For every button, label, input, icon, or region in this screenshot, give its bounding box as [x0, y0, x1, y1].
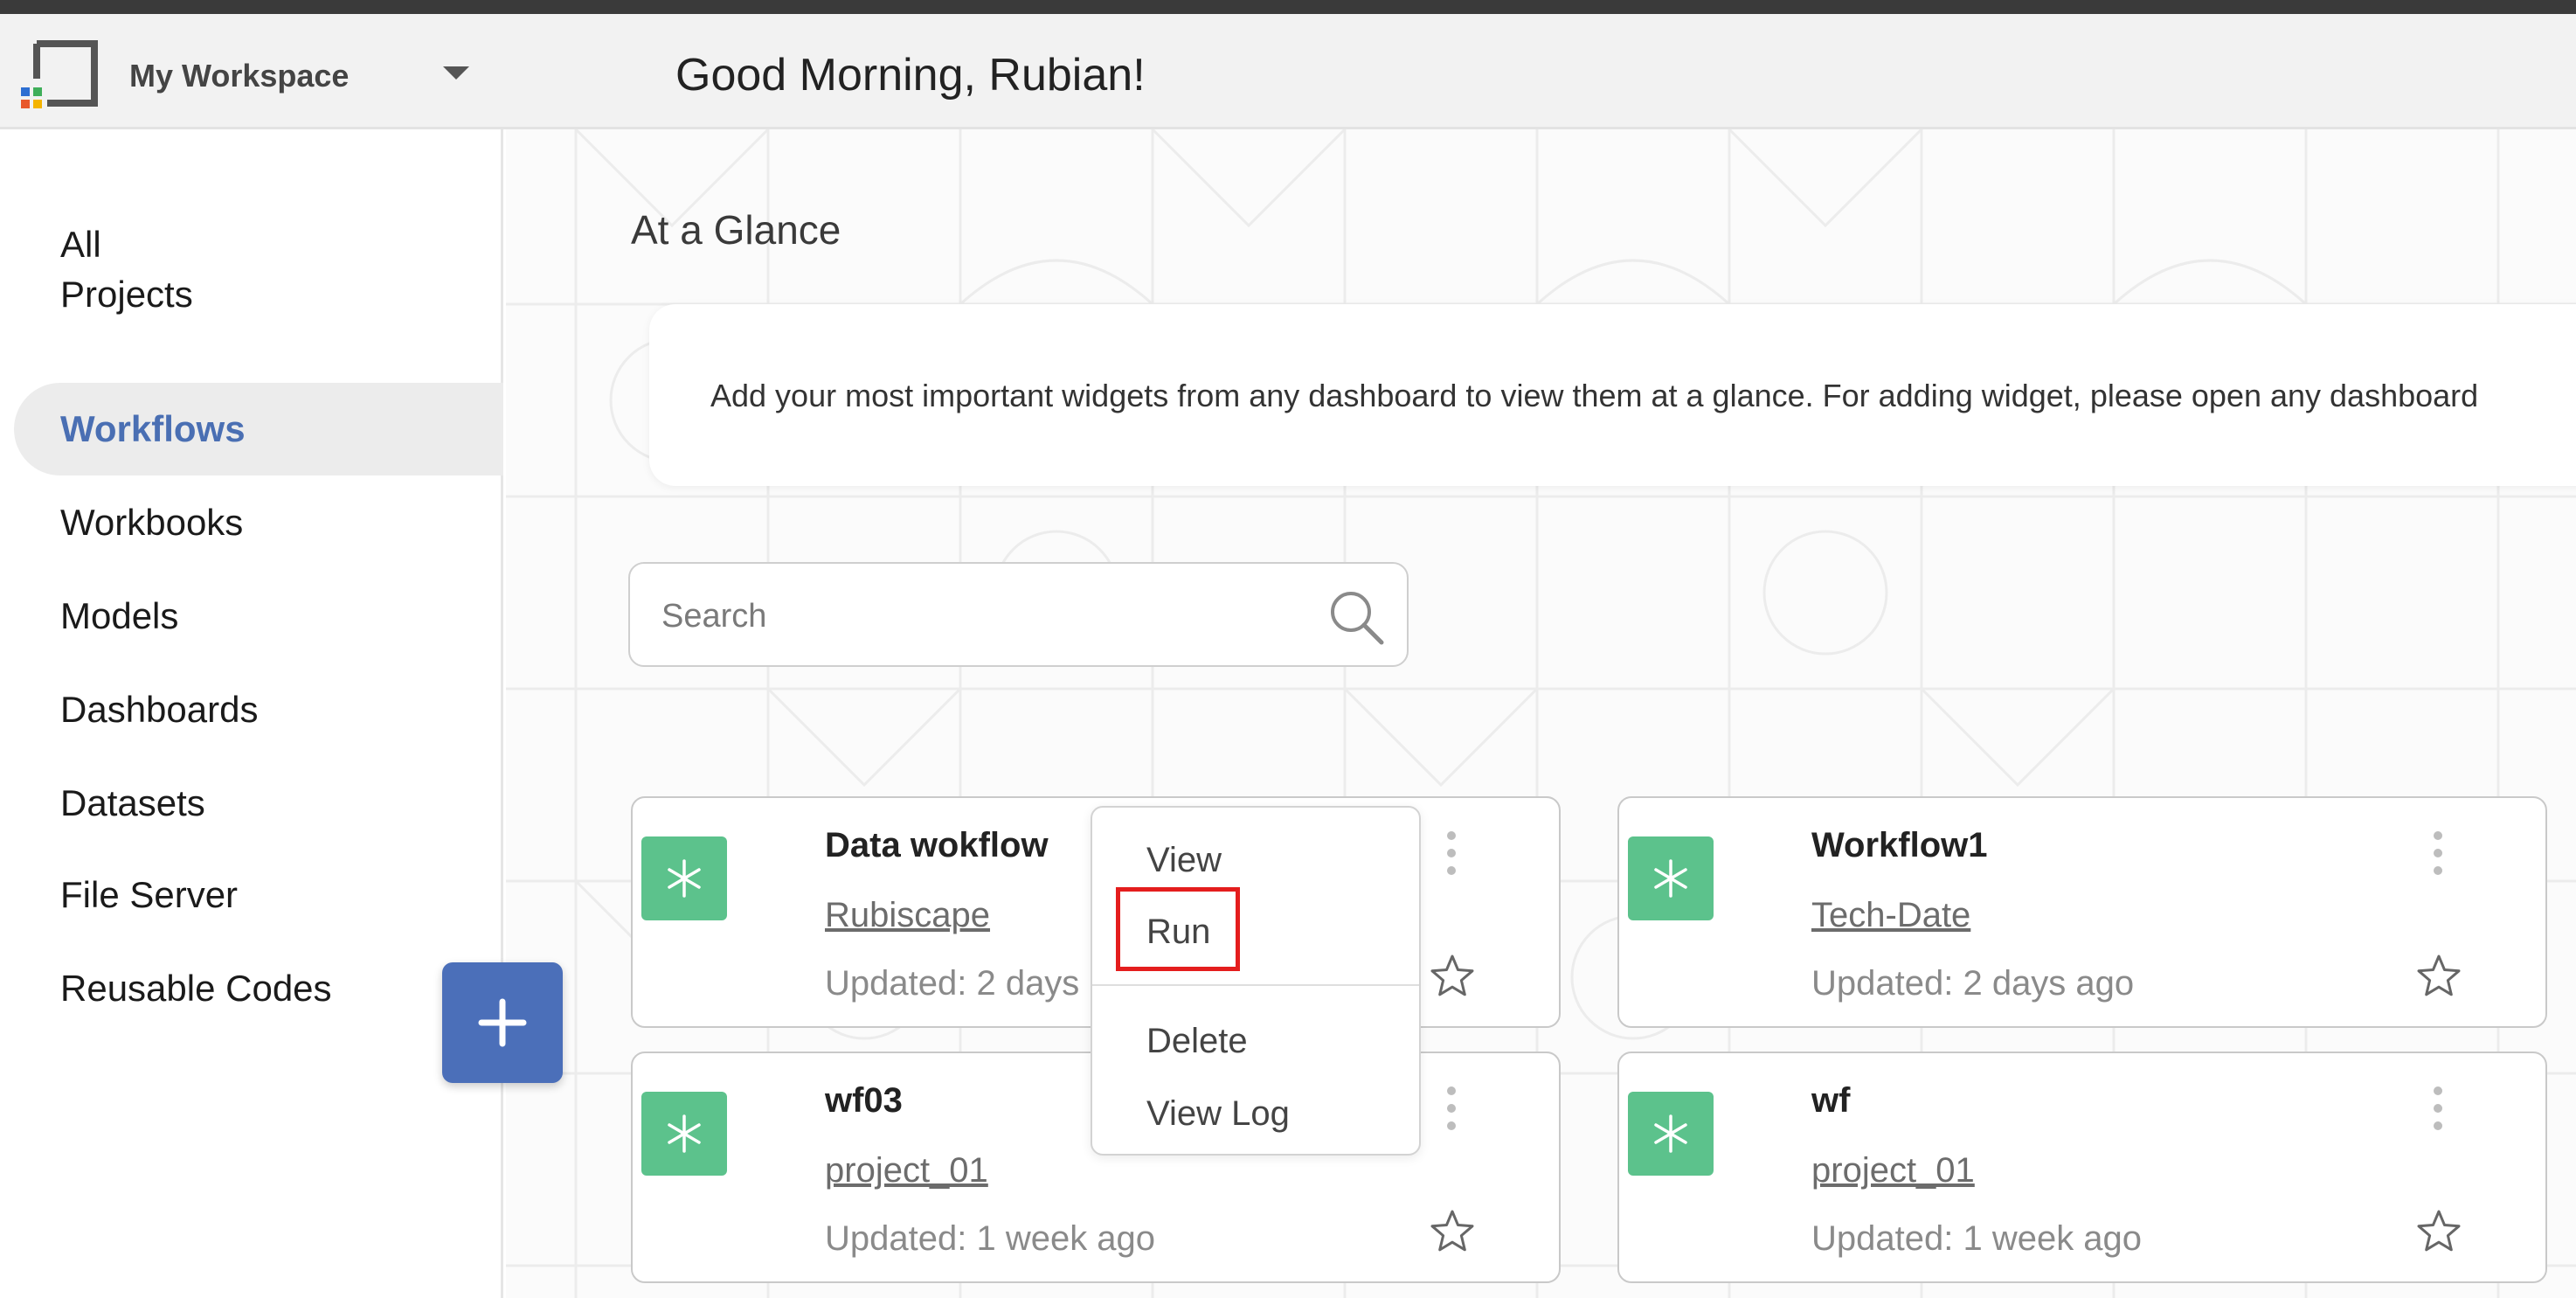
- workflow-project-link[interactable]: project_01: [1811, 1151, 1975, 1190]
- asterisk-icon: [1628, 836, 1714, 920]
- workflow-title[interactable]: Workflow1: [1811, 826, 1988, 865]
- plus-icon: [478, 998, 527, 1047]
- sidebar-item-dashboards[interactable]: Dashboards: [14, 663, 503, 756]
- workflow-project-link[interactable]: Rubiscape: [825, 896, 990, 935]
- app-header: My Workspace Good Morning, Rubian!: [0, 14, 2576, 129]
- menu-item-view[interactable]: View: [1146, 841, 1222, 880]
- kebab-menu-icon[interactable]: [1438, 1086, 1465, 1148]
- kebab-menu-icon[interactable]: [1438, 831, 1465, 892]
- sidebar-item-reusable-codes[interactable]: Reusable Codes: [14, 942, 503, 1035]
- sidebar-item-file-server[interactable]: File Server: [14, 849, 503, 941]
- asterisk-icon: [1628, 1092, 1714, 1176]
- window-top-strip: [0, 0, 2576, 14]
- workflow-title[interactable]: wf03: [825, 1081, 903, 1121]
- search-box: [628, 562, 1409, 667]
- star-icon[interactable]: [1428, 1207, 1477, 1256]
- asterisk-icon: [641, 836, 727, 920]
- star-icon[interactable]: [2414, 1207, 2463, 1256]
- menu-item-delete[interactable]: Delete: [1146, 1022, 1248, 1061]
- app-logo[interactable]: [17, 26, 105, 114]
- workflow-updated: Updated: 2 days ago: [1811, 964, 2135, 1003]
- sidebar-item-projects[interactable]: Projects: [14, 248, 503, 341]
- section-title: At a Glance: [631, 207, 841, 253]
- search-input[interactable]: [660, 587, 1292, 646]
- glance-message: Add your most important widgets from any…: [710, 378, 2479, 413]
- menu-item-view-log[interactable]: View Log: [1146, 1094, 1290, 1134]
- workflow-project-link[interactable]: project_01: [825, 1151, 988, 1190]
- workflow-updated: Updated: 1 week ago: [825, 1219, 1156, 1258]
- star-icon[interactable]: [2414, 952, 2463, 1001]
- at-a-glance-card: Add your most important widgets from any…: [649, 304, 2576, 486]
- sidebar-item-workflows[interactable]: Workflows: [14, 383, 503, 475]
- sidebar: All Projects Workflows Workbooks Models …: [0, 129, 503, 1298]
- workflow-card[interactable]: Workflow1 Tech-Date Updated: 2 days ago: [1617, 796, 2547, 1028]
- search-icon[interactable]: [1326, 587, 1387, 648]
- main-content: At a Glance Add your most important widg…: [506, 129, 2576, 1298]
- sidebar-item-workbooks[interactable]: Workbooks: [14, 476, 503, 569]
- workspace-dropdown-icon[interactable]: [443, 66, 469, 80]
- workflow-card[interactable]: wf project_01 Updated: 1 week ago: [1617, 1052, 2547, 1283]
- workflow-title[interactable]: Data wokflow: [825, 826, 1049, 865]
- kebab-menu-icon[interactable]: [2425, 1086, 2451, 1148]
- sidebar-item-models[interactable]: Models: [14, 570, 503, 663]
- workflow-project-link[interactable]: Tech-Date: [1811, 896, 1970, 935]
- workflow-context-menu: View Run Delete View Log: [1091, 806, 1421, 1156]
- star-icon[interactable]: [1428, 952, 1477, 1001]
- workflow-updated: Updated: 1 week ago: [1811, 1219, 2143, 1258]
- kebab-menu-icon[interactable]: [2425, 831, 2451, 892]
- add-button[interactable]: [442, 962, 563, 1083]
- menu-item-run[interactable]: Run: [1146, 913, 1210, 952]
- sidebar-item-datasets[interactable]: Datasets: [14, 757, 503, 850]
- asterisk-icon: [641, 1092, 727, 1176]
- menu-divider: [1092, 984, 1419, 986]
- workflow-title[interactable]: wf: [1811, 1081, 1850, 1121]
- greeting: Good Morning, Rubian!: [675, 50, 1146, 101]
- workspace-name[interactable]: My Workspace: [129, 58, 349, 94]
